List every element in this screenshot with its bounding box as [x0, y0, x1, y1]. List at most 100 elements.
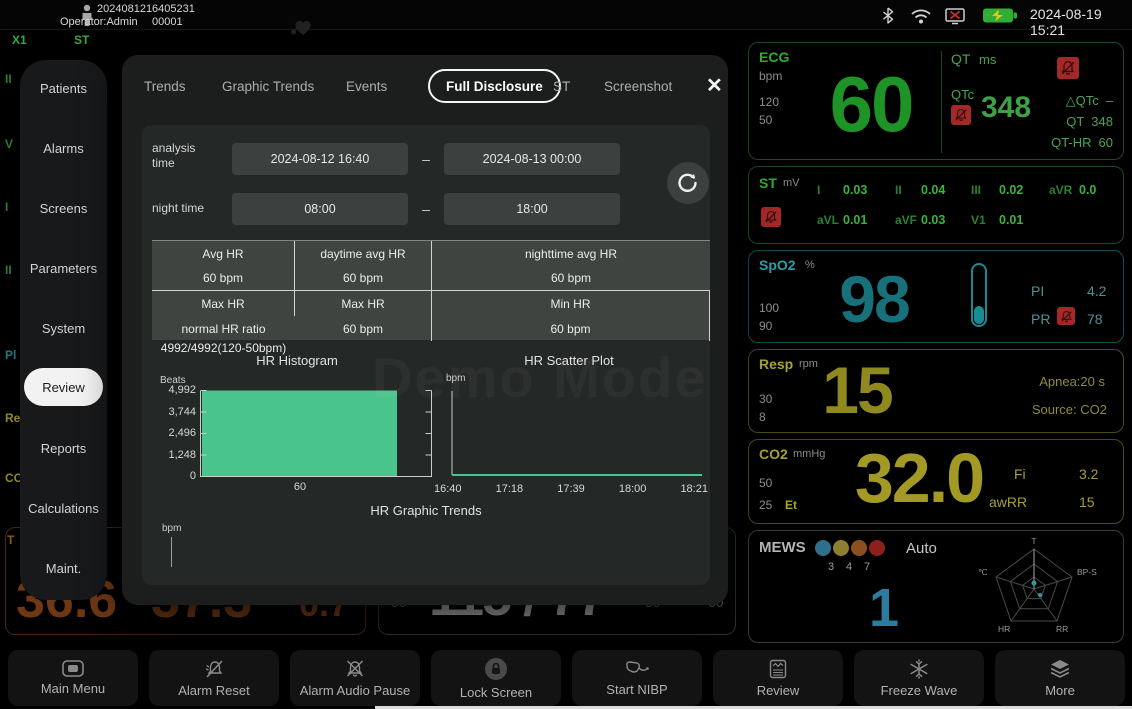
- qt-row-value: 348: [1091, 114, 1113, 129]
- co2-limit-high: 50: [759, 476, 772, 490]
- st-lead: aVL0.01: [817, 211, 867, 229]
- tab-st[interactable]: ST: [553, 79, 570, 94]
- lock-screen-button[interactable]: Lock Screen: [431, 650, 561, 706]
- tab-graphic-trends[interactable]: Graphic Trends: [222, 79, 314, 94]
- x-tick: 17:18: [496, 483, 524, 495]
- st-lead: II0.04: [895, 181, 945, 199]
- st-lead: aVF0.03: [895, 211, 945, 229]
- sidebar-item-patients[interactable]: Patients: [20, 68, 107, 108]
- alarm-reset-button[interactable]: Alarm Reset: [149, 650, 279, 706]
- night-to-input[interactable]: 18:00: [444, 193, 620, 225]
- lead-label: V: [5, 137, 13, 151]
- freeze-wave-label: Freeze Wave: [881, 683, 958, 698]
- wave-st-label: ST: [74, 33, 89, 47]
- bluetooth-icon: [882, 7, 894, 24]
- resp-limit-high: 30: [759, 392, 772, 406]
- mews-dot-low: [815, 540, 831, 556]
- st-lead: V10.01: [971, 211, 1023, 229]
- range-dash: –: [408, 201, 444, 217]
- y-tick: 4,992: [152, 384, 196, 396]
- alarm-audio-pause-button[interactable]: Alarm Audio Pause: [290, 650, 420, 706]
- st-lead: aVR0.0: [1049, 181, 1096, 199]
- alarm-off-icon: [761, 207, 781, 227]
- sidebar-item-maint[interactable]: Maint.: [20, 548, 107, 588]
- display-disconnected-icon: [944, 7, 966, 25]
- ecg-limit-low: 50: [759, 113, 772, 127]
- analysis-from-input[interactable]: 2024-08-12 16:40: [232, 143, 408, 175]
- sidebar-item-alarms[interactable]: Alarms: [20, 128, 107, 168]
- y-tick: 3,744: [152, 406, 196, 418]
- alarm-reset-icon: [203, 659, 225, 679]
- resp-tile[interactable]: Resp rpm 30 8 15 Apnea:20 s Source: CO2: [748, 349, 1124, 433]
- histogram-x-tick: 60: [200, 481, 400, 493]
- y-tick: 2,496: [152, 427, 196, 439]
- main-menu-button[interactable]: Main Menu: [8, 650, 138, 706]
- range-dash: –: [408, 151, 444, 167]
- y-tick: 0: [152, 470, 196, 482]
- battery-charging-icon: [982, 7, 1018, 24]
- sidebar-item-review[interactable]: Review: [24, 368, 103, 406]
- nibp-cuff-icon: [624, 660, 650, 678]
- spo2-limit-low: 90: [759, 319, 772, 333]
- dqtc-value: –: [1106, 93, 1113, 109]
- analysis-to-input[interactable]: 2024-08-13 00:00: [444, 143, 620, 175]
- awrr-label: awRR: [989, 494, 1027, 510]
- night-from-input[interactable]: 08:00: [232, 193, 408, 225]
- x-tick: 18:21: [680, 483, 708, 495]
- table-value: 60 bpm: [295, 316, 432, 341]
- radar-label-rr: RR: [1056, 624, 1068, 634]
- fi-label: Fi: [1014, 466, 1026, 482]
- table-header: nighttime avg HR: [432, 241, 710, 266]
- sidebar-item-parameters[interactable]: Parameters: [20, 248, 107, 288]
- alarm-audio-pause-label: Alarm Audio Pause: [300, 683, 411, 698]
- tab-full-disclosure[interactable]: Full Disclosure: [428, 69, 561, 103]
- review-button[interactable]: Review: [713, 650, 843, 706]
- mews-score: 1: [854, 577, 914, 639]
- alarm-reset-label: Alarm Reset: [178, 683, 250, 698]
- st-tile[interactable]: ST mV I0.03 II0.04 III0.02 aVR0.0 aVL0.0…: [748, 166, 1124, 244]
- scatter-y-unit: bpm: [446, 373, 465, 384]
- table-header: daytime avg HR: [295, 241, 432, 266]
- sidebar-item-system[interactable]: System: [20, 308, 107, 348]
- analysis-time-label: analysis time: [152, 141, 216, 171]
- sidebar-item-calculations[interactable]: Calculations: [20, 488, 107, 528]
- main-menu-label: Main Menu: [41, 681, 105, 696]
- start-nibp-button[interactable]: Start NIBP: [572, 650, 702, 706]
- sidebar-item-reports[interactable]: Reports: [20, 428, 107, 468]
- pr-label: PR: [1031, 311, 1050, 327]
- qthr-label: QT-HR: [1051, 135, 1091, 150]
- qthr-value: 60: [1099, 135, 1113, 150]
- table-value: 60 bpm: [152, 266, 295, 291]
- freeze-wave-icon: [909, 659, 929, 679]
- ecg-limit-high: 120: [759, 95, 779, 109]
- freeze-wave-button[interactable]: Freeze Wave: [854, 650, 984, 706]
- ecg-tile[interactable]: ECG bpm 120 50 60 QT ms QTc 348 △QTc – Q…: [748, 42, 1124, 160]
- scatter-x-axis: 16:40 17:18 17:39 18:00 18:21: [434, 483, 708, 495]
- table-header: Max HR: [295, 291, 432, 316]
- night-time-label: night time: [152, 201, 224, 216]
- co2-tile[interactable]: CO2 mmHg 50 25 Et 32.0 Fi 3.2 awRR 15: [748, 439, 1124, 524]
- sidebar-item-screens[interactable]: Screens: [20, 188, 107, 228]
- status-bar: 2024081216405231 Operator:Admin 00001 20…: [0, 0, 1132, 30]
- refresh-button[interactable]: [667, 162, 709, 204]
- qt-row: QT 348: [1066, 114, 1113, 129]
- spo2-tile[interactable]: SpO2 % 100 90 98 PI 4.2 PR 78: [748, 250, 1124, 343]
- tab-screenshot[interactable]: Screenshot: [604, 79, 672, 94]
- st-label: ST: [759, 175, 777, 191]
- start-nibp-label: Start NIBP: [606, 682, 667, 697]
- tab-events[interactable]: Events: [346, 79, 387, 94]
- lead-label: Re: [5, 411, 20, 425]
- more-button[interactable]: More: [995, 650, 1125, 706]
- x-tick: 17:39: [557, 483, 585, 495]
- patient-monitor-screen: { "status_bar": { "device_id": "20240812…: [0, 0, 1132, 709]
- close-icon[interactable]: ✕: [706, 73, 723, 98]
- review-icon: [768, 659, 788, 679]
- mews-mode: Auto: [906, 540, 937, 557]
- mews-tile[interactable]: MEWS 3 4 7 Auto 1 T BP-S RR HR ℃: [748, 530, 1124, 643]
- mews-label: MEWS: [759, 539, 806, 556]
- x-tick: 18:00: [619, 483, 647, 495]
- qt-label: QT: [951, 51, 970, 67]
- tab-trends[interactable]: Trends: [144, 79, 186, 94]
- review-sidebar: Patients Alarms Screens Parameters Syste…: [20, 60, 107, 600]
- mews-threshold: 4: [843, 561, 855, 573]
